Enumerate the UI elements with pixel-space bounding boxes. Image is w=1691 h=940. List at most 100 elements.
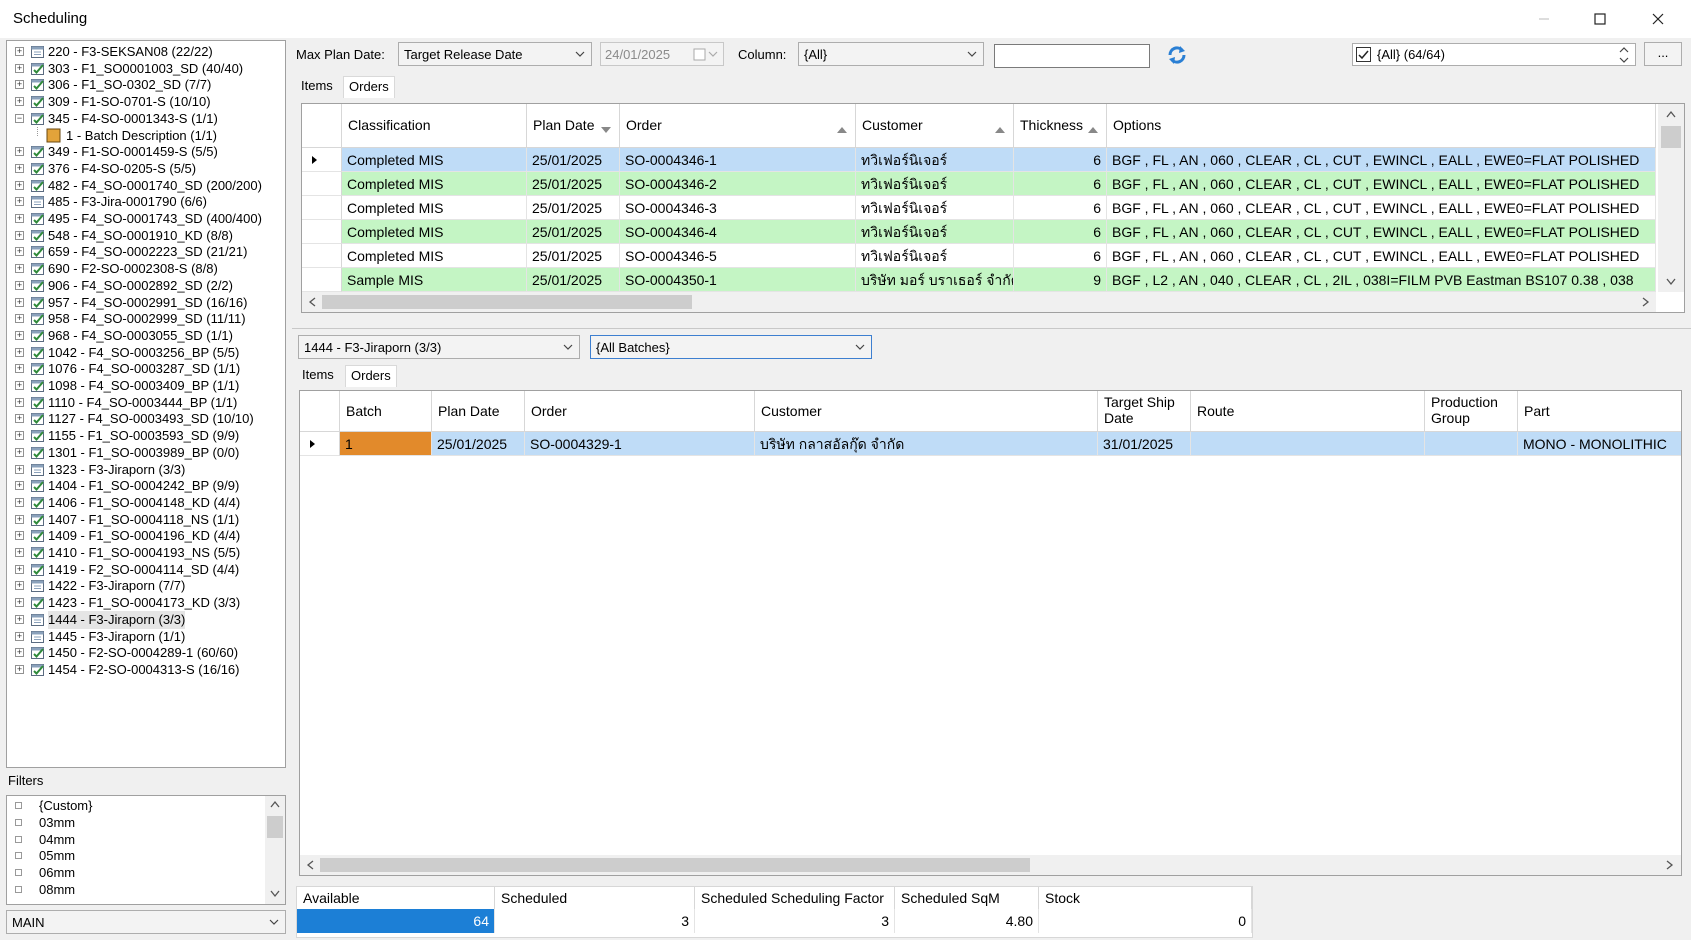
- expand-icon[interactable]: +: [15, 548, 24, 557]
- cell-customer[interactable]: ทวิเฟอร์นิเจอร์: [856, 148, 1014, 172]
- tree-node[interactable]: +1410 - F1_SO-0004193_NS (5/5): [7, 544, 283, 562]
- batch-grid-hscroll[interactable]: [300, 855, 1681, 875]
- collapse-icon[interactable]: −: [15, 113, 24, 123]
- maximize-button[interactable]: [1572, 0, 1628, 38]
- close-button[interactable]: [1630, 0, 1686, 38]
- row-indicator[interactable]: [300, 432, 340, 456]
- items-grid-vscroll[interactable]: [1658, 104, 1684, 292]
- tree-node[interactable]: − 345 - F4-SO-0001343-S (1/1): [7, 110, 283, 128]
- batch-column-header-production-group[interactable]: Production Group: [1425, 391, 1518, 431]
- tree-node[interactable]: +906 - F4_SO-0002892_SD (2/2): [7, 277, 283, 295]
- tree-node[interactable]: +958 - F4_SO-0002999_SD (11/11): [7, 310, 283, 328]
- expand-icon[interactable]: +: [15, 247, 24, 257]
- items-grid-hscroll[interactable]: [302, 292, 1656, 312]
- tree-node[interactable]: +1454 - F2-SO-0004313-S (16/16): [7, 661, 283, 679]
- schedule-tree[interactable]: +220 - F3-SEKSAN08 (22/22) +303 - F1_SO00…: [6, 40, 286, 768]
- table-row[interactable]: Completed MIS 25/01/2025 SO-0004346-2 ทวิเฟ…: [302, 172, 1656, 196]
- batch-column-header-target-ship-date[interactable]: Target Ship Date: [1098, 391, 1191, 431]
- tab-items[interactable]: Items: [296, 76, 338, 98]
- tree-node[interactable]: +309 - F1-SO-0701-S (10/10): [7, 93, 283, 111]
- filters-list[interactable]: {Custom} 03mm 04mm 05mm 06mm 08mm: [6, 795, 286, 905]
- schedule-combo[interactable]: 1444 - F3-Jiraporn (3/3): [298, 335, 580, 359]
- cell-thickness[interactable]: 6: [1014, 196, 1107, 220]
- row-indicator[interactable]: [302, 268, 342, 292]
- items-grid-vscroll-thumb[interactable]: [1661, 126, 1681, 148]
- tree-node[interactable]: +1406 - F1_SO-0004148_KD (4/4): [7, 494, 283, 512]
- tree-node[interactable]: +968 - F4_SO-0003055_SD (1/1): [7, 327, 283, 345]
- cell-options[interactable]: BGF , FL , AN , 060 , CLEAR , CL , CUT ,…: [1107, 148, 1656, 172]
- expand-icon[interactable]: +: [15, 598, 24, 608]
- expand-icon[interactable]: +: [15, 214, 24, 223]
- expand-icon[interactable]: +: [15, 347, 24, 357]
- row-indicator[interactable]: [302, 220, 342, 244]
- expand-icon[interactable]: +: [15, 648, 24, 658]
- cell-options[interactable]: BGF , FL , AN , 060 , CLEAR , CL , CUT ,…: [1107, 172, 1656, 196]
- expand-icon[interactable]: +: [15, 47, 24, 56]
- batch-grid[interactable]: Batch Plan Date Order Customer Target Ship D…: [299, 390, 1682, 876]
- batch-column-header-part[interactable]: Part: [1518, 391, 1681, 431]
- cell-customer[interactable]: บริษัท มอร์ บราเธอร์ จำกัด: [856, 268, 1014, 292]
- all-filter-checkbox[interactable]: [1356, 47, 1371, 62]
- column-header-customer[interactable]: Customer: [856, 104, 1014, 147]
- tree-node[interactable]: +1444 - F3-Jiraporn (3/3): [7, 610, 283, 629]
- column-header-classification[interactable]: Classification: [342, 104, 527, 147]
- cell-options[interactable]: BGF , L2 , AN , 040 , CLEAR , CL , 2IL ,…: [1107, 268, 1656, 292]
- expand-icon[interactable]: +: [15, 364, 24, 374]
- cell-plan-date[interactable]: 25/01/2025: [527, 268, 620, 292]
- batch-grid-hscroll-thumb[interactable]: [320, 858, 1030, 872]
- tree-node[interactable]: 1 - Batch Description (1/1): [7, 126, 283, 145]
- cell-classification[interactable]: Completed MIS: [342, 172, 527, 196]
- expand-icon[interactable]: +: [15, 564, 24, 574]
- tree-node[interactable]: +1323 - F3-Jiraporn (3/3): [7, 461, 283, 479]
- expand-icon[interactable]: +: [15, 63, 24, 73]
- batch-column-header-batch[interactable]: Batch: [340, 391, 432, 431]
- expand-icon[interactable]: +: [15, 197, 24, 207]
- expand-icon[interactable]: +: [15, 631, 24, 641]
- batch-column-header-route[interactable]: Route: [1191, 391, 1425, 431]
- tree-node[interactable]: +548 - F4_SO-0001910_KD (8/8): [7, 227, 283, 245]
- table-row[interactable]: 1 25/01/2025 SO-0004329-1 บริษัท กลาสอัลกุ๊…: [300, 432, 1681, 456]
- tree-node[interactable]: +690 - F2-SO-0002308-S (8/8): [7, 260, 283, 278]
- expand-icon[interactable]: +: [15, 497, 24, 507]
- expand-icon[interactable]: +: [15, 664, 24, 674]
- filter-item[interactable]: 04mm: [15, 831, 255, 849]
- tree-node[interactable]: +1110 - F4_SO-0003444_BP (1/1): [7, 394, 283, 412]
- tree-node[interactable]: +1422 - F3-Jiraporn (7/7): [7, 577, 283, 595]
- cell-plan-date[interactable]: 25/01/2025: [527, 196, 620, 220]
- cell-order[interactable]: SO-0004346-2: [620, 172, 856, 196]
- cell-options[interactable]: BGF , FL , AN , 060 , CLEAR , CL , CUT ,…: [1107, 196, 1656, 220]
- row-indicator[interactable]: [302, 196, 342, 220]
- cell-plan-date[interactable]: 25/01/2025: [527, 220, 620, 244]
- tree-node[interactable]: +495 - F4_SO-0001743_SD (400/400): [7, 210, 283, 228]
- cell-plan-date[interactable]: 25/01/2025: [527, 244, 620, 268]
- tab-orders[interactable]: Orders: [343, 76, 395, 98]
- cell-plan-date[interactable]: 25/01/2025: [527, 172, 620, 196]
- tree-node[interactable]: +1407 - F1_SO-0004118_NS (1/1): [7, 511, 283, 529]
- cell-classification[interactable]: Completed MIS: [342, 220, 527, 244]
- tree-node[interactable]: +1445 - F3-Jiraporn (1/1): [7, 628, 283, 646]
- expand-icon[interactable]: +: [15, 447, 24, 457]
- batch-cell-order[interactable]: SO-0004329-1: [525, 432, 755, 456]
- cell-thickness[interactable]: 6: [1014, 244, 1107, 268]
- cell-thickness[interactable]: 6: [1014, 148, 1107, 172]
- expand-icon[interactable]: +: [15, 147, 24, 157]
- filter-item[interactable]: {Custom}: [15, 797, 255, 815]
- cell-order[interactable]: SO-0004346-5: [620, 244, 856, 268]
- filter-item[interactable]: 05mm: [15, 847, 255, 865]
- batch-tab-items[interactable]: Items: [297, 365, 339, 387]
- cell-classification[interactable]: Sample MIS: [342, 268, 527, 292]
- batch-column-header-order[interactable]: Order: [525, 391, 755, 431]
- column-header-plan-date[interactable]: Plan Date: [527, 104, 620, 147]
- cell-classification[interactable]: Completed MIS: [342, 148, 527, 172]
- tree-node[interactable]: +1301 - F1_SO-0003989_BP (0/0): [7, 444, 283, 462]
- filter-checkbox[interactable]: [15, 852, 22, 860]
- cell-customer[interactable]: ทวิเฟอร์นิเจอร์: [856, 196, 1014, 220]
- minimize-button[interactable]: [1516, 0, 1572, 38]
- more-button[interactable]: ...: [1644, 42, 1682, 66]
- batch-column-header-plan-date[interactable]: Plan Date: [432, 391, 525, 431]
- tree-node[interactable]: +306 - F1_SO-0302_SD (7/7): [7, 76, 283, 94]
- expand-icon[interactable]: +: [15, 314, 24, 324]
- tree-node[interactable]: +1450 - F2-SO-0004289-1 (60/60): [7, 644, 283, 662]
- cell-plan-date[interactable]: 25/01/2025: [527, 148, 620, 172]
- filter-checkbox[interactable]: [15, 835, 22, 843]
